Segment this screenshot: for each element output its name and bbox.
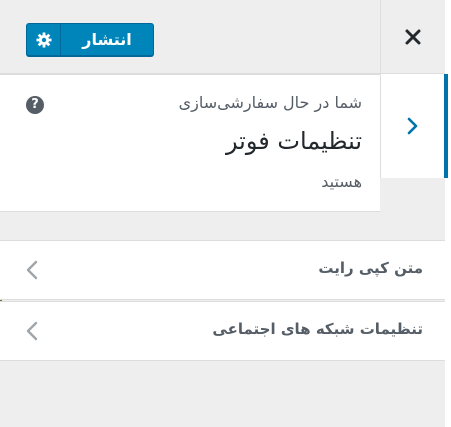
section-label: تنظیمات شبکه های اجتماعی	[212, 320, 423, 338]
gear-icon	[36, 32, 51, 47]
close-button[interactable]	[380, 0, 445, 73]
customizing-subtitle: شما در حال سفارشی‌سازی	[178, 93, 362, 112]
publish-label: انتشار	[82, 30, 132, 49]
customizing-tail: هستید	[321, 172, 362, 191]
publish-settings-button[interactable]	[27, 24, 61, 55]
chevron-left-icon	[26, 321, 38, 341]
section-social-settings[interactable]: تنظیمات شبکه های اجتماعی	[0, 301, 445, 361]
publish-button-group: انتشار	[26, 23, 154, 56]
preview-edge	[445, 0, 451, 427]
help-icon[interactable]: ?	[26, 96, 44, 114]
section-label: متن کپی رایت	[318, 259, 423, 277]
divider	[0, 74, 445, 75]
panel-title: تنظیمات فوتر	[225, 127, 362, 155]
back-button[interactable]	[380, 74, 445, 178]
publish-button[interactable]: انتشار	[61, 24, 153, 55]
chevron-left-icon	[26, 260, 38, 280]
close-icon	[405, 29, 421, 44]
section-copyright[interactable]: متن کپی رایت	[0, 240, 445, 300]
chevron-right-icon	[407, 117, 418, 135]
back-button-accent	[444, 74, 448, 178]
customizer-header: انتشار	[0, 0, 445, 74]
